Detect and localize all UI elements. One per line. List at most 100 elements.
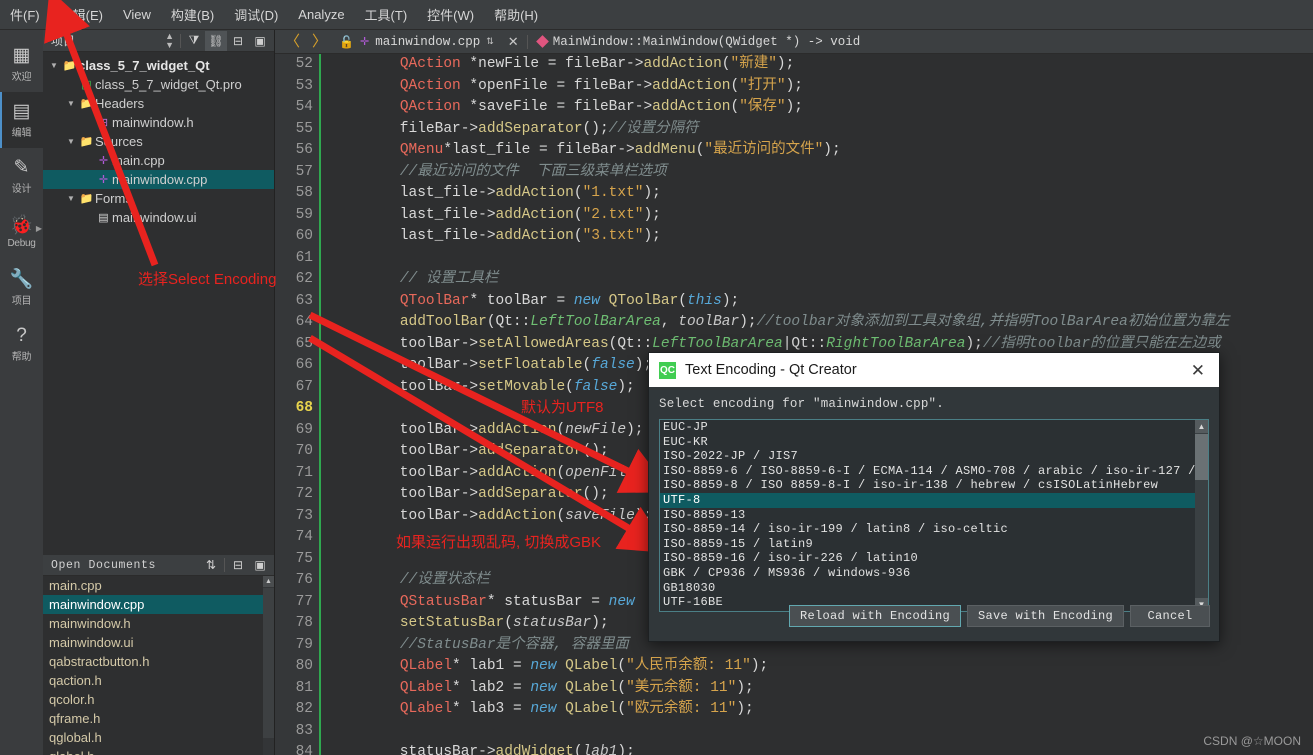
tree-item-Forms[interactable]: ▼ 📁 Forms	[43, 189, 274, 208]
open-document-mainwindow.cpp[interactable]: mainwindow.cpp	[43, 595, 274, 614]
encoding-option-7[interactable]: ISO-8859-14 / iso-ir-199 / latin8 / iso-…	[660, 522, 1208, 537]
chevron-right-icon[interactable]: ▶	[36, 224, 42, 233]
code-line-52[interactable]: 52 QAction *newFile = fileBar->addAction…	[275, 54, 1313, 76]
close-icon[interactable]: ✕	[502, 34, 525, 50]
unlock-icon[interactable]: 🔓	[333, 35, 360, 49]
open-document-mainwindow.h[interactable]: mainwindow.h	[43, 614, 274, 633]
mode-欢迎[interactable]: ▦ 欢迎	[0, 36, 43, 92]
code-line-80[interactable]: 80 QLabel* lab1 = new QLabel("人民币余额: 11"…	[275, 656, 1313, 678]
menu-item-3[interactable]: 构建(B)	[161, 2, 224, 27]
project-filter-combo[interactable]: 项目 ▲ ▼	[46, 31, 178, 50]
code-line-61[interactable]: 61	[275, 247, 1313, 269]
mode-帮助[interactable]: ? 帮助	[0, 316, 43, 372]
tree-item-Sources[interactable]: ▼ 📁 Sources	[43, 132, 274, 151]
close-icon[interactable]: ✕	[1185, 362, 1211, 379]
open-document-qcolor.h[interactable]: qcolor.h	[43, 690, 274, 709]
encoding-option-10[interactable]: GBK / CP936 / MS936 / windows-936	[660, 566, 1208, 581]
encoding-option-5[interactable]: UTF-8	[660, 492, 1208, 508]
chevron-updown-icon[interactable]: ⇅	[480, 37, 502, 46]
pencil-icon: ✎	[13, 156, 30, 178]
code-line-58[interactable]: 58 last_file->addAction("1.txt");	[275, 183, 1313, 205]
open-file-name: mainwindow.cpp	[375, 34, 481, 49]
menu-item-8[interactable]: 帮助(H)	[484, 2, 548, 27]
code-line-83[interactable]: 83	[275, 720, 1313, 742]
chevron-updown-icon[interactable]: ▲ ▼	[165, 31, 178, 50]
encoding-option-1[interactable]: EUC-KR	[660, 435, 1208, 450]
code-text: //最近访问的文件 下面三级菜单栏选项	[399, 163, 667, 180]
forward-icon[interactable]: 〉	[306, 34, 333, 49]
filter-icon[interactable]: ⧩	[183, 31, 205, 51]
code-line-82[interactable]: 82 QLabel* lab3 = new QLabel("欧元余额: 11")…	[275, 699, 1313, 721]
open-document-main.cpp[interactable]: main.cpp	[43, 576, 274, 595]
scrollbar-thumb[interactable]	[263, 588, 274, 738]
open-document-qaction.h[interactable]: qaction.h	[43, 671, 274, 690]
encoding-list-scrollbar[interactable]: ▲ ▼	[1195, 420, 1208, 611]
collapse-icon[interactable]: ▣	[249, 31, 271, 51]
menu-item-6[interactable]: 工具(T)	[355, 2, 418, 27]
reload-with-encoding-button[interactable]: Reload with Encoding	[788, 605, 961, 627]
chevron-updown-icon[interactable]: ⇅	[200, 555, 222, 575]
code-line-56[interactable]: 56 QMenu*last_file = fileBar->addMenu("最…	[275, 140, 1313, 162]
scrollbar-thumb[interactable]	[1195, 434, 1208, 480]
mode-设计[interactable]: ✎ 设计	[0, 148, 43, 204]
open-documents-scrollbar[interactable]: ▲	[263, 576, 274, 755]
mode-编辑[interactable]: ▤ 编辑	[0, 92, 43, 148]
open-file-combo[interactable]: ✛ mainwindow.cpp	[360, 35, 480, 49]
split-add-icon[interactable]: ⊟	[227, 31, 249, 51]
code-line-59[interactable]: 59 last_file->addAction("2.txt");	[275, 204, 1313, 226]
menu-item-1[interactable]: 编辑(E)	[50, 2, 113, 27]
mode-项目[interactable]: 🔧 项目	[0, 260, 43, 316]
menu-item-5[interactable]: Analyze	[288, 4, 354, 25]
code-line-62[interactable]: 62 // 设置工具栏	[275, 269, 1313, 291]
code-line-81[interactable]: 81 QLabel* lab2 = new QLabel("美元余额: 11")…	[275, 677, 1313, 699]
open-document-qlabel.h[interactable]: qlabel.h	[43, 747, 274, 755]
project-pane-header: 项目 ▲ ▼ ⧩ ⛓ ⊟ ▣	[43, 30, 274, 52]
encoding-option-9[interactable]: ISO-8859-16 / iso-ir-226 / latin10	[660, 551, 1208, 566]
split-add-icon[interactable]: ⊟	[227, 555, 249, 575]
menu-item-2[interactable]: View	[113, 4, 161, 25]
back-icon[interactable]: 〈	[279, 34, 306, 49]
encoding-option-11[interactable]: GB18030	[660, 581, 1208, 596]
expander-icon[interactable]: ▼	[64, 99, 78, 108]
encoding-option-8[interactable]: ISO-8859-15 / latin9	[660, 537, 1208, 552]
expander-icon[interactable]: ▼	[64, 137, 78, 146]
tree-item-mainwindow.ui[interactable]: ▤ mainwindow.ui	[43, 208, 274, 227]
code-line-53[interactable]: 53 QAction *openFile = fileBar->addActio…	[275, 75, 1313, 97]
code-line-57[interactable]: 57 //最近访问的文件 下面三级菜单栏选项	[275, 161, 1313, 183]
symbol-combo[interactable]: MainWindow::MainWindow(QWidget *) -> voi…	[530, 35, 860, 49]
expander-icon[interactable]: ▼	[47, 61, 61, 70]
mode-Debug[interactable]: 🐞 Debug ▶	[0, 204, 43, 260]
tree-item-mainwindow.cpp[interactable]: ✛ mainwindow.cpp	[43, 170, 274, 189]
encoding-option-0[interactable]: EUC-JP	[660, 420, 1208, 435]
cancel-button[interactable]: Cancel	[1130, 605, 1210, 627]
encoding-option-2[interactable]: ISO-2022-JP / JIS7	[660, 449, 1208, 464]
open-document-qframe.h[interactable]: qframe.h	[43, 709, 274, 728]
open-document-qglobal.h[interactable]: qglobal.h	[43, 728, 274, 747]
expander-icon[interactable]: ▼	[64, 194, 78, 203]
menu-item-4[interactable]: 调试(D)	[224, 2, 288, 27]
menu-item-7[interactable]: 控件(W)	[417, 2, 484, 27]
tree-item-Headers[interactable]: ▼ 📁 Headers	[43, 94, 274, 113]
code-line-64[interactable]: 64 addToolBar(Qt::LeftToolBarArea, toolB…	[275, 312, 1313, 334]
code-line-63[interactable]: 63 QToolBar* toolBar = new QToolBar(this…	[275, 290, 1313, 312]
open-document-qabstractbutton.h[interactable]: qabstractbutton.h	[43, 652, 274, 671]
save-with-encoding-button[interactable]: Save with Encoding	[966, 605, 1124, 627]
collapse-icon[interactable]: ▣	[249, 555, 271, 575]
menu-item-0[interactable]: 件(F)	[0, 2, 50, 27]
code-line-55[interactable]: 55 fileBar->addSeparator();//设置分隔符	[275, 118, 1313, 140]
encoding-option-4[interactable]: ISO-8859-8 / ISO 8859-8-I / iso-ir-138 /…	[660, 478, 1208, 493]
tree-item-class_5_7_widget_Qt.pro[interactable]: ▣ class_5_7_widget_Qt.pro	[43, 75, 274, 94]
encoding-option-3[interactable]: ISO-8859-6 / ISO-8859-6-I / ECMA-114 / A…	[660, 464, 1208, 479]
encoding-list[interactable]: EUC-JP EUC-KR ISO-2022-JP / JIS7 ISO-8859-6…	[659, 419, 1209, 612]
scroll-up-icon[interactable]: ▲	[1195, 420, 1208, 433]
tree-item-mainwindow.h[interactable]: ⊞ mainwindow.h	[43, 113, 274, 132]
tree-item-class_5_7_widget_Qt[interactable]: ▼ 📁 class_5_7_widget_Qt	[43, 56, 274, 75]
tree-item-main.cpp[interactable]: ✛ main.cpp	[43, 151, 274, 170]
code-line-54[interactable]: 54 QAction *saveFile = fileBar->addActio…	[275, 97, 1313, 119]
link-icon[interactable]: ⛓	[205, 30, 227, 51]
open-document-mainwindow.ui[interactable]: mainwindow.ui	[43, 633, 274, 652]
encoding-option-6[interactable]: ISO-8859-13	[660, 508, 1208, 523]
scroll-up-icon[interactable]: ▲	[263, 576, 274, 587]
code-line-84[interactable]: 84 statusBar->addWidget(lab1);	[275, 742, 1313, 755]
code-line-60[interactable]: 60 last_file->addAction("3.txt");	[275, 226, 1313, 248]
